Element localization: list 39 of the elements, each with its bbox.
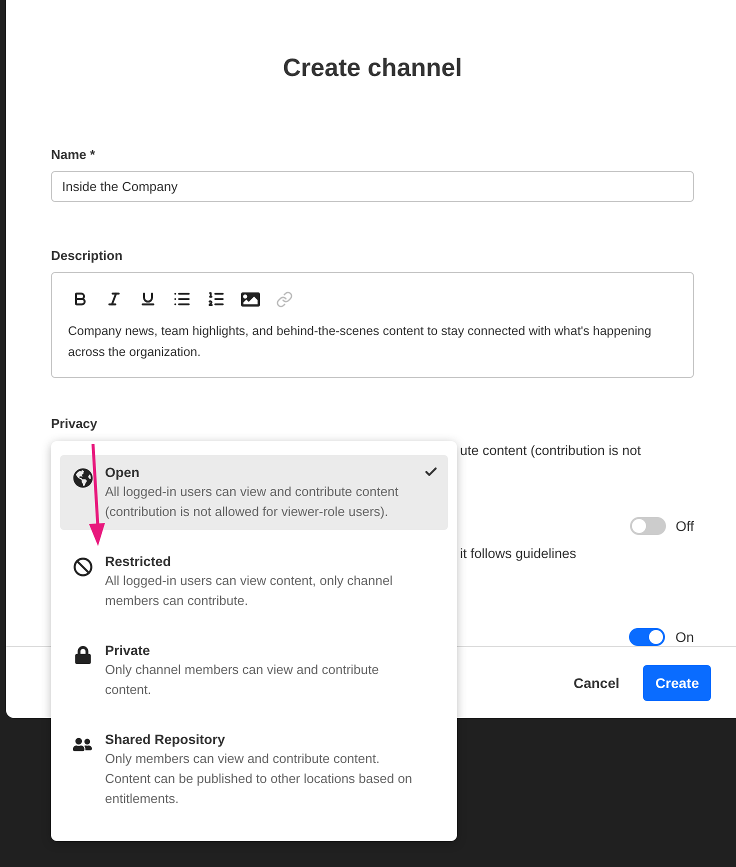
toggle-label: On: [675, 629, 694, 645]
name-input[interactable]: Inside the Company: [51, 171, 694, 202]
lock-icon: [74, 646, 92, 664]
toggle-label: Off: [676, 518, 694, 534]
menu-option[interactable]: Private Only channel members can view and contribute content.: [60, 633, 448, 708]
privacy-hint: ute content (contribution is not: [460, 443, 642, 458]
image-icon: [240, 290, 260, 308]
toggle-switch[interactable]: [630, 517, 666, 535]
dialog-title: Create channel: [282, 54, 464, 83]
link-icon: [276, 290, 292, 308]
option-title: Open: [105, 465, 141, 480]
toggle-switch[interactable]: [629, 628, 666, 646]
description-text: Company news, team highlights, and behind-the-scenes content to stay connected with what's happening across the organization.: [68, 323, 652, 361]
option-description: All logged-in users can view and contribute content (contribution is not allowed for viewer-role users).: [105, 483, 400, 521]
option-description: Only channel members can view and contribute content.: [105, 661, 380, 699]
prohibited-icon: [72, 557, 92, 577]
cancel-button[interactable]: Cancel: [567, 674, 626, 692]
setting-hint: it follows guidelines: [460, 546, 578, 561]
menu-option[interactable]: Restricted All logged-in users can view content, only channel members can contribute.: [60, 544, 448, 619]
option-description: All logged-in users can view content, only channel members can contribute.: [105, 572, 394, 610]
bullet-list-icon: [173, 290, 191, 308]
option-title: Restricted: [105, 554, 172, 569]
check-icon: [424, 465, 438, 479]
underline-icon: [140, 291, 156, 307]
globe-icon: [72, 468, 92, 488]
numbered-list-icon: [207, 290, 225, 308]
description-editor[interactable]: Company news, team highlights, and behind-the-scenes content to stay connected with what's happening across the organization.: [51, 272, 694, 378]
menu-option[interactable]: Shared Repository Only members can view and contribute content. Content can be published to other locations based on entitlements.: [60, 722, 448, 817]
option-title: Private: [105, 643, 152, 658]
people-icon: [73, 735, 92, 754]
bold-icon: [72, 291, 88, 307]
field-label: Description: [51, 248, 124, 263]
option-description: Only members can view and contribute content. Content can be published to other locations based on entitlements.: [105, 750, 414, 808]
section-label: Privacy: [51, 416, 98, 431]
create-button[interactable]: Create: [643, 664, 711, 700]
field-label: Name *: [51, 147, 96, 162]
menu-option[interactable]: Open All logged-in users can view and contribute content (contribution is not allowed for viewer-role users).: [60, 455, 448, 530]
italic-icon: [106, 291, 122, 307]
option-title: Shared Repository: [105, 732, 226, 747]
